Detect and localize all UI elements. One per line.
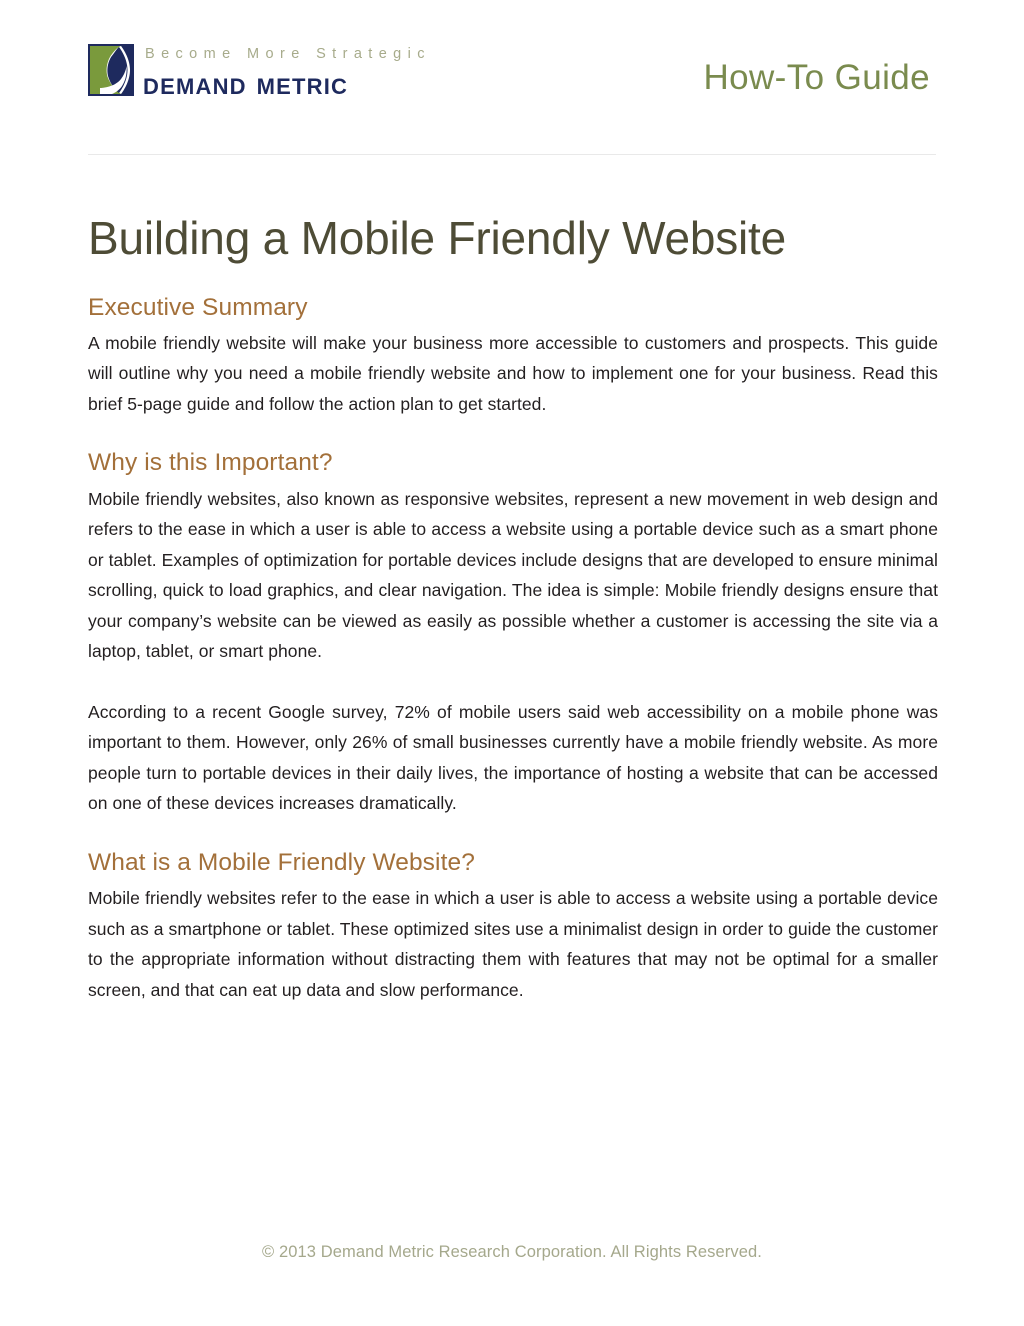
page-footer: © 2013 Demand Metric Research Corporatio… bbox=[0, 1243, 1024, 1263]
section-executive-summary: Executive Summary A mobile friendly webs… bbox=[88, 293, 938, 420]
page-title: Building a Mobile Friendly Website bbox=[88, 212, 787, 264]
section-why-is-this-important: Why is this Important? Mobile friendly w… bbox=[88, 448, 938, 818]
brand-name: Demand Metric bbox=[143, 65, 349, 101]
section-paragraph: Mobile friendly websites, also known as … bbox=[88, 488, 938, 662]
header-divider bbox=[88, 154, 936, 155]
section-paragraph: Mobile friendly websites refer to the ea… bbox=[88, 888, 938, 1000]
section-heading: Why is this Important? bbox=[88, 449, 333, 477]
section-paragraph: According to a recent Google survey, 72%… bbox=[88, 701, 938, 814]
document-page: Become More Strategic Demand Metric How-… bbox=[0, 0, 1024, 1326]
page-header: Become More Strategic Demand Metric How-… bbox=[88, 44, 936, 114]
brand-tagline: Become More Strategic bbox=[145, 46, 431, 62]
brand-lockup: Become More Strategic Demand Metric bbox=[88, 44, 431, 99]
section-paragraph: A mobile friendly website will make your… bbox=[88, 332, 938, 414]
brand-text-block: Become More Strategic Demand Metric bbox=[143, 44, 431, 99]
demand-metric-logo-icon bbox=[88, 44, 134, 96]
document-body: Building a Mobile Friendly Website Execu… bbox=[88, 212, 938, 1007]
section-heading: Executive Summary bbox=[88, 293, 308, 321]
document-kind-label: How-To Guide bbox=[703, 58, 930, 97]
copyright-notice: © 2013 Demand Metric Research Corporatio… bbox=[262, 1243, 762, 1261]
section-what-is-a-mobile-friendly-website: What is a Mobile Friendly Website? Mobil… bbox=[88, 848, 938, 1005]
section-heading: What is a Mobile Friendly Website? bbox=[88, 848, 475, 876]
